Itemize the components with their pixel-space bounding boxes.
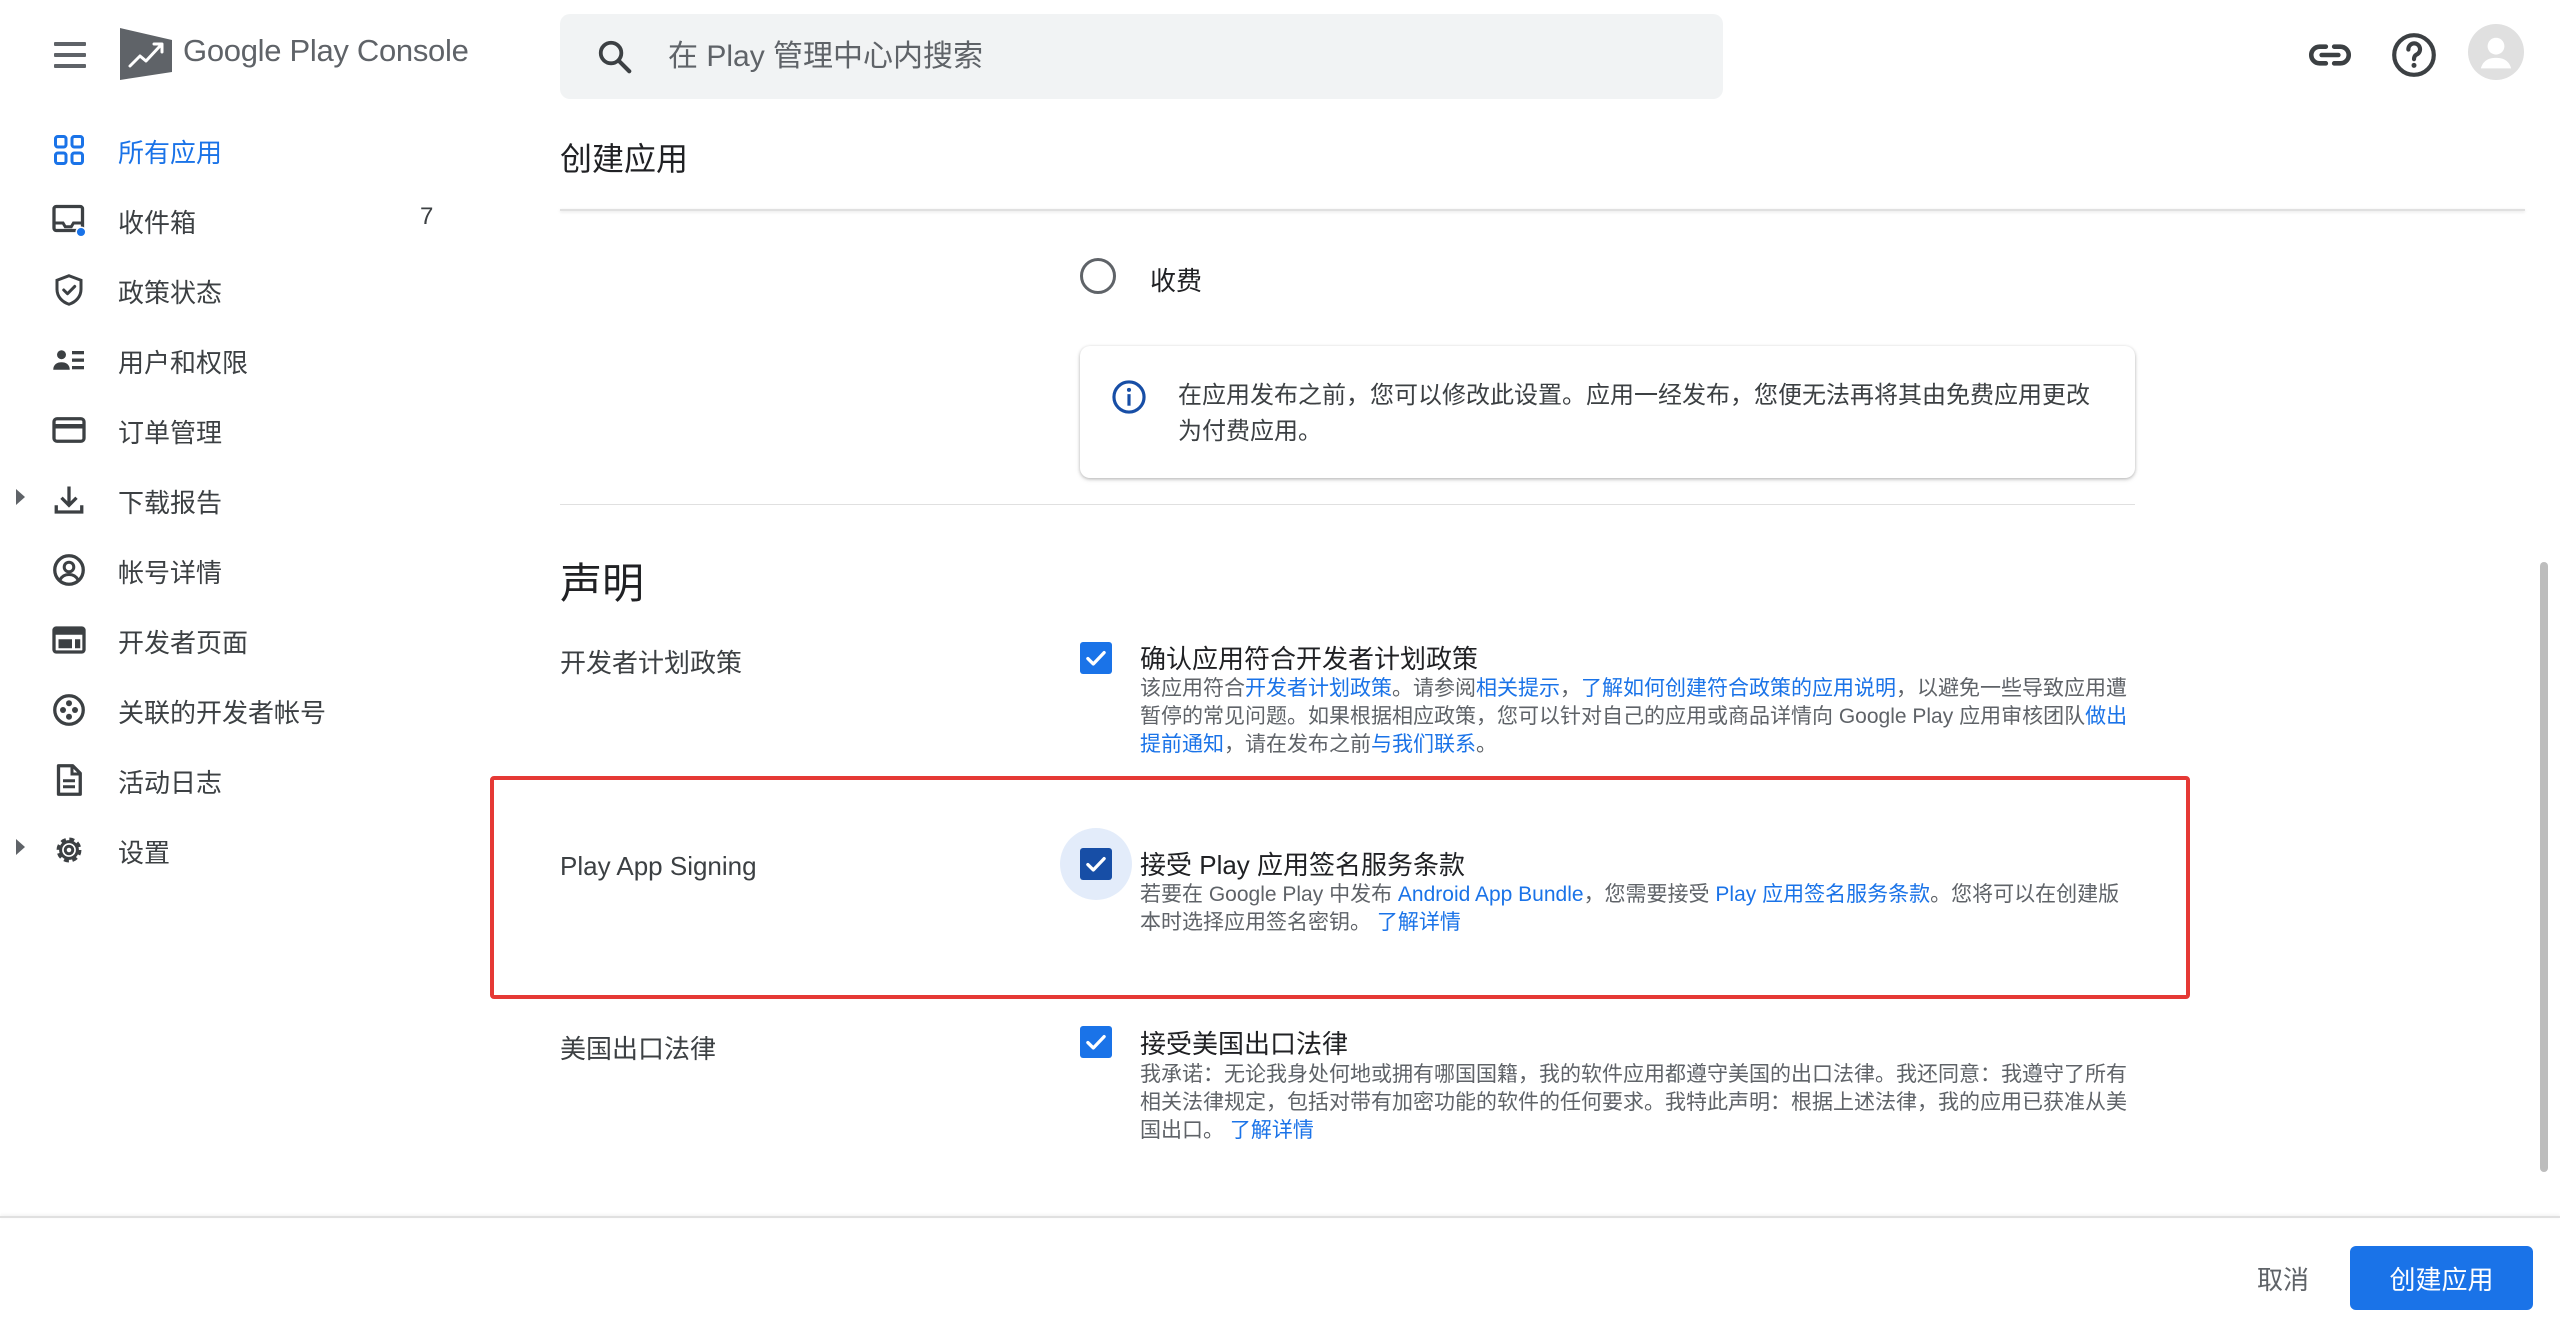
- sidebar-item-label: 所有应用: [118, 138, 223, 168]
- help-icon[interactable]: [2389, 30, 2439, 80]
- sidebar-item-inbox[interactable]: 收件箱 7: [0, 188, 500, 248]
- inline-link[interactable]: 开发者计划政策: [1245, 677, 1392, 700]
- description-text: ，: [1560, 677, 1581, 700]
- play-console-logo-icon: [120, 28, 172, 80]
- us-export-checkbox-title: 接受美国出口法律: [1140, 1029, 1349, 1059]
- header-divider: [560, 209, 2525, 211]
- sidebar-item-label: 订单管理: [118, 418, 223, 448]
- description-text: 该应用符合: [1140, 677, 1245, 700]
- expand-arrow-icon[interactable]: [16, 839, 25, 855]
- inline-link[interactable]: 了解详情: [1230, 1119, 1314, 1142]
- checkmark-icon: [1086, 856, 1106, 872]
- dev-policy-checkbox[interactable]: [1080, 642, 1112, 674]
- top-app-bar: Google Play Console: [0, 0, 2560, 110]
- sidebar-item-label: 开发者页面: [118, 628, 249, 658]
- inbox-count-badge: 7: [420, 203, 434, 230]
- pricing-info-box: 在应用发布之前，您可以修改此设置。应用一经发布，您便无法再将其由免费应用更改为付…: [1080, 346, 2135, 478]
- sidebar-item-download-reports[interactable]: 下载报告: [0, 468, 500, 528]
- info-icon: [1112, 380, 1146, 414]
- play-app-signing-checkbox[interactable]: [1080, 848, 1112, 880]
- sidebar-item-label: 活动日志: [118, 768, 223, 798]
- sidebar-item-policy-status[interactable]: 政策状态: [0, 258, 500, 318]
- sidebar-item-label: 下载报告: [118, 488, 223, 518]
- description-text: 。请参阅: [1392, 677, 1476, 700]
- us-export-label: 美国出口法律: [560, 1034, 717, 1064]
- inline-link[interactable]: 相关提示: [1476, 677, 1560, 700]
- description-text: ，您需要接受: [1583, 883, 1716, 906]
- search-icon: [598, 40, 632, 74]
- description-text: 若要在 Google Play 中发布: [1140, 883, 1398, 906]
- sidebar-item-account-details[interactable]: 帐号详情: [0, 538, 500, 598]
- inline-link[interactable]: 了解如何创建符合政策的应用说明: [1581, 677, 1896, 700]
- dev-policy-description: 该应用符合开发者计划政策。请参阅相关提示，了解如何创建符合政策的应用说明，以避免…: [1140, 675, 2136, 759]
- play-app-signing-label: Play App Signing: [560, 851, 757, 881]
- credit-card-icon: [52, 417, 86, 443]
- description-text: 。: [1476, 733, 1497, 756]
- sidebar-item-activity-log[interactable]: 活动日志: [0, 748, 500, 808]
- search-bar[interactable]: [560, 14, 1723, 99]
- dev-policy-label: 开发者计划政策: [560, 648, 743, 678]
- account-circle-icon: [53, 554, 85, 586]
- paid-radio-button[interactable]: [1080, 258, 1116, 294]
- paid-radio-label: 收费: [1150, 266, 1203, 296]
- create-app-button[interactable]: 创建应用: [2350, 1246, 2533, 1310]
- page-title: 创建应用: [560, 141, 689, 177]
- gear-icon: [56, 837, 82, 863]
- apps-grid-icon: [54, 135, 84, 165]
- expand-arrow-icon[interactable]: [16, 489, 25, 505]
- link-icon[interactable]: [2305, 30, 2355, 80]
- inline-link[interactable]: Play 应用签名服务条款: [1715, 883, 1930, 906]
- sidebar-item-label: 用户和权限: [118, 348, 249, 378]
- pricing-info-text: 在应用发布之前，您可以修改此设置。应用一经发布，您便无法再将其由免费应用更改为付…: [1178, 382, 2090, 445]
- sidebar-item-order-management[interactable]: 订单管理: [0, 398, 500, 458]
- sidebar-item-label: 收件箱: [118, 208, 197, 238]
- play-app-signing-description: 若要在 Google Play 中发布 Android App Bundle，您…: [1140, 881, 2136, 937]
- search-input[interactable]: [668, 32, 1668, 82]
- inline-link[interactable]: 与我们联系: [1371, 733, 1476, 756]
- download-icon: [54, 486, 84, 514]
- inline-link[interactable]: Android App Bundle: [1398, 883, 1584, 906]
- play-app-signing-checkbox-title: 接受 Play 应用签名服务条款: [1140, 850, 1466, 880]
- hamburger-menu-icon[interactable]: [46, 35, 94, 75]
- us-export-description: 我承诺：无论我身处何地或拥有哪国国籍，我的软件应用都遵守美国的出口法律。我还同意…: [1140, 1061, 2136, 1145]
- cancel-button[interactable]: 取消: [2228, 1246, 2338, 1310]
- declarations-heading: 声明: [560, 560, 645, 607]
- sidebar-item-settings[interactable]: 设置: [0, 818, 500, 878]
- sidebar-item-label: 设置: [118, 838, 171, 868]
- description-text: ，请在发布之前: [1224, 733, 1371, 756]
- account-avatar[interactable]: [2468, 24, 2524, 80]
- checkmark-icon: [1086, 1034, 1106, 1050]
- sidebar-item-linked-accounts[interactable]: 关联的开发者帐号: [0, 678, 500, 738]
- sidebar-item-users-permissions[interactable]: 用户和权限: [0, 328, 500, 388]
- checkmark-icon: [1086, 650, 1106, 666]
- shield-check-icon: [55, 274, 83, 306]
- footer-divider: [0, 1216, 2560, 1218]
- vertical-scrollbar[interactable]: [2540, 562, 2548, 1172]
- sidebar-item-label: 政策状态: [118, 278, 223, 308]
- web-page-icon: [52, 626, 86, 654]
- sidebar-item-all-apps[interactable]: 所有应用: [0, 118, 500, 178]
- sidebar-item-label: 帐号详情: [118, 558, 223, 588]
- sidebar-item-label: 关联的开发者帐号: [118, 698, 327, 728]
- section-divider: [560, 504, 2135, 505]
- us-export-checkbox[interactable]: [1080, 1026, 1112, 1058]
- inline-link[interactable]: 了解详情: [1377, 911, 1461, 934]
- dev-policy-checkbox-title: 确认应用符合开发者计划政策: [1140, 644, 1479, 674]
- inbox-icon: [52, 204, 87, 238]
- sidebar-item-developer-page[interactable]: 开发者页面: [0, 608, 500, 668]
- users-icon: [53, 350, 84, 370]
- brand-name: Google Play Console: [183, 33, 469, 68]
- document-icon: [56, 764, 82, 796]
- linked-accounts-icon: [53, 694, 85, 726]
